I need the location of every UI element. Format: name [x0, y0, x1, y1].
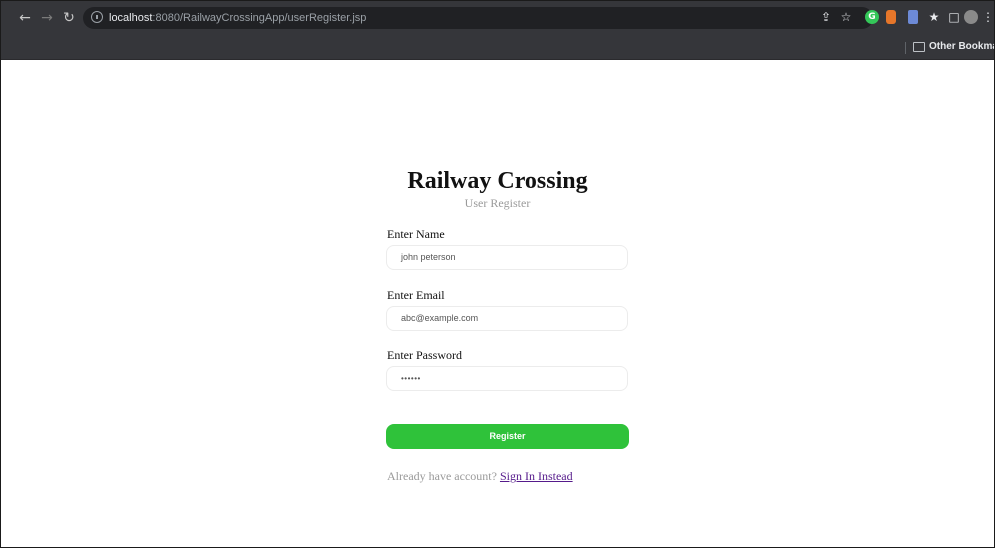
bookmarks-divider: [905, 42, 906, 54]
forward-icon[interactable]: →: [39, 10, 55, 26]
page-title: Railway Crossing: [407, 168, 588, 194]
name-input[interactable]: john peterson: [386, 245, 628, 270]
register-button[interactable]: Register: [386, 424, 629, 449]
signin-prompt: Already have account? Sign In Instead: [387, 469, 573, 483]
folder-icon[interactable]: [913, 42, 925, 52]
other-bookmarks-link[interactable]: Other Bookmarks: [929, 40, 994, 54]
address-bar[interactable]: localhost:8080/RailwayCrossingApp/userRe…: [83, 7, 873, 29]
bookmarks-bar: [1, 35, 994, 60]
url-text[interactable]: localhost:8080/RailwayCrossingApp/userRe…: [109, 10, 366, 26]
extensions-puzzle-icon[interactable]: ★: [927, 10, 941, 24]
password-input[interactable]: ••••••: [386, 366, 628, 391]
browser-toolbar: ← → ↻ localhost:8080/RailwayCrossingApp/…: [1, 1, 994, 35]
email-input[interactable]: abc@example.com: [386, 306, 628, 331]
email-label: Enter Email: [387, 288, 445, 302]
browser-window: ← → ↻ localhost:8080/RailwayCrossingApp/…: [0, 0, 995, 548]
name-label: Enter Name: [387, 227, 445, 241]
profile-avatar-icon[interactable]: [964, 10, 978, 24]
page-subtitle: User Register: [464, 196, 531, 210]
signin-prompt-text: Already have account?: [387, 469, 497, 483]
password-label: Enter Password: [387, 348, 462, 362]
reload-icon[interactable]: ↻: [61, 10, 77, 26]
signin-link[interactable]: Sign In Instead: [500, 469, 573, 483]
extension-blue-icon[interactable]: [908, 10, 918, 24]
back-icon[interactable]: ←: [17, 10, 33, 26]
extension-green-icon[interactable]: G: [865, 10, 879, 24]
site-info-icon[interactable]: [91, 11, 103, 23]
share-icon[interactable]: ⇪: [819, 10, 833, 24]
bookmark-star-icon[interactable]: ☆: [839, 10, 853, 24]
menu-icon[interactable]: ⋮: [982, 10, 994, 24]
extension-orange-icon[interactable]: [886, 10, 896, 24]
side-panel-icon[interactable]: □: [947, 10, 961, 24]
